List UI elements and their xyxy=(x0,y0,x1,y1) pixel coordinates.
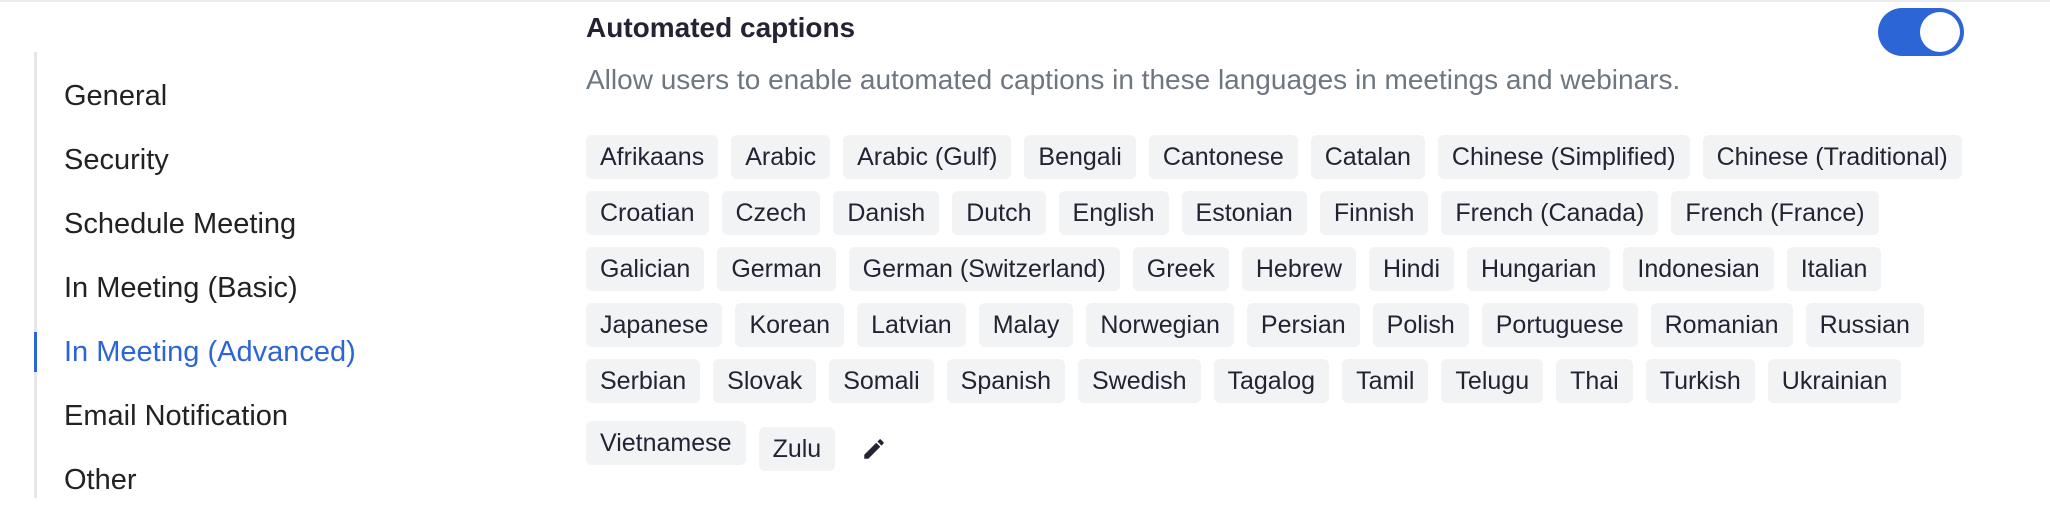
sidebar-item-email-notification[interactable]: Email Notification xyxy=(64,398,288,434)
language-tag[interactable]: Danish xyxy=(833,191,940,235)
language-tag[interactable]: Hungarian xyxy=(1467,247,1611,291)
language-tag[interactable]: Chinese (Traditional) xyxy=(1702,135,1962,179)
sidebar-item-general[interactable]: General xyxy=(64,78,167,114)
sidebar-item-in-meeting-advanced[interactable]: In Meeting (Advanced) xyxy=(64,334,356,370)
language-tag[interactable]: Swedish xyxy=(1078,359,1201,403)
setting-panel: Automated captions Allow users to enable… xyxy=(586,0,2006,526)
language-tag[interactable]: Galician xyxy=(586,247,705,291)
language-tag[interactable]: Latvian xyxy=(857,303,966,347)
language-tag[interactable]: Spanish xyxy=(946,359,1065,403)
toggle-knob xyxy=(1920,12,1960,52)
language-tag[interactable]: Dutch xyxy=(952,191,1046,235)
language-tag[interactable]: Hebrew xyxy=(1241,247,1357,291)
language-tag[interactable]: German (Switzerland) xyxy=(848,247,1120,291)
language-tag[interactable]: Croatian xyxy=(586,191,709,235)
language-tag[interactable]: Estonian xyxy=(1181,191,1307,235)
language-tag[interactable]: Tagalog xyxy=(1213,359,1330,403)
settings-sidebar: General Security Schedule Meeting In Mee… xyxy=(34,52,397,498)
language-tag[interactable]: Russian xyxy=(1805,303,1924,347)
automated-captions-toggle[interactable] xyxy=(1878,8,1964,56)
language-tag[interactable]: Korean xyxy=(735,303,845,347)
language-tag[interactable]: Ukrainian xyxy=(1767,359,1902,403)
language-tag-list: Afrikaans Arabic Arabic (Gulf) Bengali Canto… xyxy=(586,135,1966,471)
sidebar-item-in-meeting-basic[interactable]: In Meeting (Basic) xyxy=(64,270,298,306)
language-tag[interactable]: Romanian xyxy=(1650,303,1793,347)
language-tag[interactable]: English xyxy=(1058,191,1169,235)
language-tag[interactable]: Tamil xyxy=(1342,359,1429,403)
pencil-icon[interactable] xyxy=(852,427,896,471)
active-indicator xyxy=(34,332,37,372)
language-tag[interactable]: Malay xyxy=(978,303,1074,347)
language-tag[interactable]: Turkish xyxy=(1645,359,1755,403)
language-tag[interactable]: Italian xyxy=(1786,247,1882,291)
language-tag[interactable]: Catalan xyxy=(1310,135,1425,179)
sidebar-item-security[interactable]: Security xyxy=(64,142,169,178)
language-tag[interactable]: Thai xyxy=(1556,359,1633,403)
setting-title: Automated captions xyxy=(586,12,856,43)
language-tag[interactable]: Japanese xyxy=(586,303,723,347)
setting-description: Allow users to enable automated captions… xyxy=(586,64,1681,95)
language-tag[interactable]: Indonesian xyxy=(1623,247,1774,291)
language-tag[interactable]: Finnish xyxy=(1319,191,1429,235)
language-tag[interactable]: Bengali xyxy=(1024,135,1136,179)
language-tag[interactable]: Zulu xyxy=(758,427,836,471)
language-tag[interactable]: Serbian xyxy=(586,359,701,403)
language-tag[interactable]: Chinese (Simplified) xyxy=(1437,135,1690,179)
language-tag[interactable]: Somali xyxy=(829,359,934,403)
language-tag[interactable]: Greek xyxy=(1132,247,1229,291)
language-tag[interactable]: Portuguese xyxy=(1481,303,1638,347)
language-tag[interactable]: Vietnamese xyxy=(586,421,746,465)
language-tag[interactable]: Telugu xyxy=(1441,359,1544,403)
language-tag[interactable]: French (France) xyxy=(1671,191,1879,235)
language-tag[interactable]: Arabic xyxy=(731,135,831,179)
language-tag[interactable]: Arabic (Gulf) xyxy=(843,135,1012,179)
language-tag[interactable]: French (Canada) xyxy=(1441,191,1659,235)
language-tag[interactable]: Slovak xyxy=(713,359,817,403)
language-tag[interactable]: Norwegian xyxy=(1086,303,1234,347)
language-tag[interactable]: Polish xyxy=(1372,303,1469,347)
language-tag[interactable]: German xyxy=(717,247,836,291)
language-tag[interactable]: Hindi xyxy=(1369,247,1455,291)
sidebar-item-other[interactable]: Other xyxy=(64,462,137,498)
language-tag[interactable]: Persian xyxy=(1246,303,1360,347)
sidebar-item-schedule-meeting[interactable]: Schedule Meeting xyxy=(64,206,296,242)
language-tag[interactable]: Cantonese xyxy=(1148,135,1298,179)
language-tag[interactable]: Afrikaans xyxy=(586,135,719,179)
language-tag[interactable]: Czech xyxy=(721,191,821,235)
